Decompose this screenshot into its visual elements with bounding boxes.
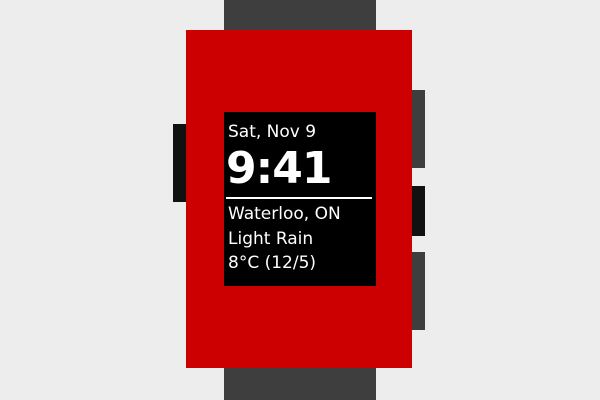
weather-condition: Light Rain (228, 229, 314, 249)
back-button[interactable] (173, 124, 186, 202)
date-label: Sat, Nov 9 (228, 122, 317, 142)
location-label: Waterloo, ON (228, 204, 341, 224)
down-button[interactable] (412, 252, 425, 330)
up-button[interactable] (412, 90, 425, 168)
time-display: 9:41 (226, 143, 332, 194)
watch-screen: Sat, Nov 9 9:41 Waterloo, ON Light Rain … (224, 112, 376, 286)
temperature-label: 8°C (12/5) (228, 253, 317, 273)
divider (226, 197, 372, 199)
select-button[interactable] (412, 186, 425, 236)
